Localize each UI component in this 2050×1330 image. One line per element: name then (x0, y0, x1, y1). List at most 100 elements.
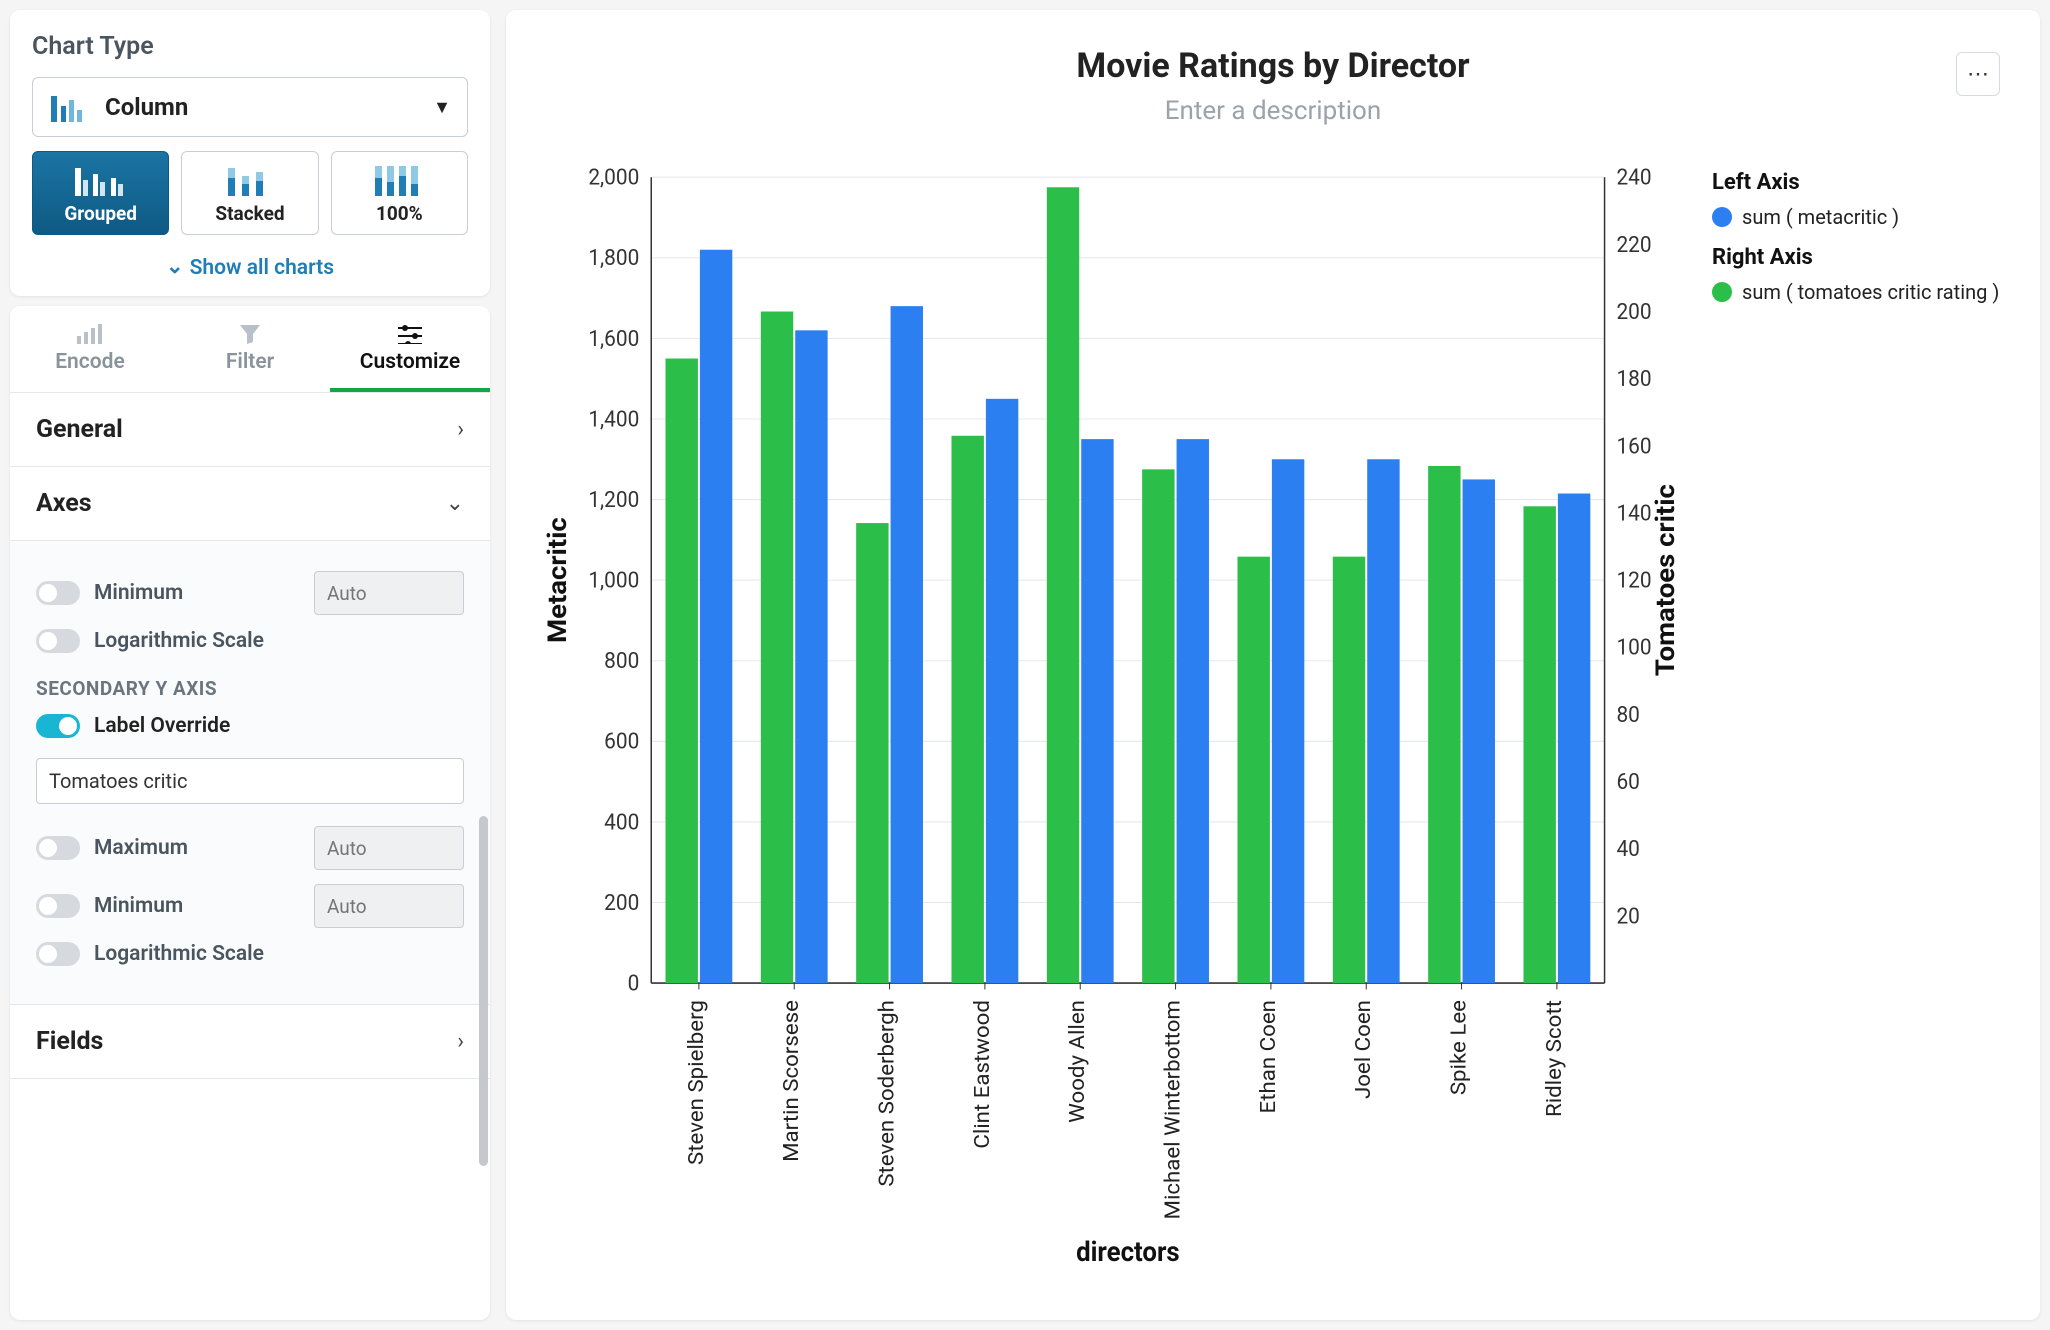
svg-text:160: 160 (1616, 434, 1651, 460)
svg-text:80: 80 (1616, 702, 1639, 728)
variant-grouped-button[interactable]: Grouped (32, 151, 169, 235)
svg-text:2,000: 2,000 (588, 165, 639, 191)
label-log-secondary: Logarithmic Scale (94, 942, 464, 966)
svg-text:1,400: 1,400 (588, 407, 639, 433)
input-minimum-secondary[interactable] (314, 884, 464, 928)
filter-icon (239, 324, 261, 344)
show-all-charts-link[interactable]: ⌄Show all charts (32, 249, 468, 282)
svg-text:Ridley Scott: Ridley Scott (1542, 1000, 1566, 1117)
toggle-log-secondary[interactable] (36, 942, 80, 966)
svg-text:60: 60 (1616, 769, 1639, 795)
scrollbar[interactable] (479, 816, 488, 1166)
svg-text:1,000: 1,000 (588, 568, 639, 594)
chart-title[interactable]: Movie Ratings by Director (542, 46, 2004, 86)
tab-encode[interactable]: Encode (10, 306, 170, 392)
variant-grouped-label: Grouped (64, 202, 137, 225)
input-maximum-secondary[interactable] (314, 826, 464, 870)
chart-description[interactable]: Enter a description (542, 96, 2004, 126)
chart-panel: ⋯ Movie Ratings by Director Enter a desc… (506, 10, 2040, 1320)
svg-text:1,600: 1,600 (588, 326, 639, 352)
section-fields-label: Fields (36, 1027, 103, 1056)
chart-variant-row: Grouped Stacked (32, 151, 468, 235)
variant-stacked-button[interactable]: Stacked (181, 151, 318, 235)
label-minimum-primary: Minimum (94, 581, 300, 605)
legend-dot-green (1712, 282, 1732, 302)
svg-text:Joel Coen: Joel Coen (1352, 1000, 1376, 1099)
tab-customize-label: Customize (360, 350, 460, 374)
chart-legend: Left Axis sum ( metacritic ) Right Axis … (1684, 156, 2004, 1280)
svg-text:Metacritic: Metacritic (542, 517, 573, 643)
chevron-right-icon: › (457, 417, 464, 442)
svg-text:240: 240 (1616, 165, 1651, 191)
chart-menu-button[interactable]: ⋯ (1956, 52, 2000, 96)
chart-svg: 0 200 400 600 800 1,000 1,200 1,400 1,600 1,800 2,… (542, 156, 1684, 1280)
svg-text:20: 20 (1616, 904, 1639, 930)
variant-stacked-label: Stacked (215, 202, 284, 225)
section-general[interactable]: General › (10, 393, 490, 467)
svg-text:Tomatoes critic: Tomatoes critic (1650, 484, 1681, 676)
legend-dot-blue (1712, 207, 1732, 227)
toggle-label-override[interactable] (36, 714, 80, 738)
variant-100pct-button[interactable]: 100% (331, 151, 468, 235)
svg-text:Martin Scorsese: Martin Scorsese (780, 1000, 804, 1162)
section-general-label: General (36, 415, 123, 444)
chart-type-heading: Chart Type (32, 32, 468, 61)
config-tabs: Encode Filter Customize (10, 306, 490, 393)
legend-left-item-label: sum ( metacritic ) (1742, 205, 1899, 229)
svg-text:1,200: 1,200 (588, 487, 639, 513)
show-all-label: Show all charts (190, 256, 334, 280)
tab-encode-label: Encode (55, 350, 125, 374)
svg-text:Steven Soderbergh: Steven Soderbergh (875, 1000, 899, 1187)
svg-text:Woody Allen: Woody Allen (1066, 1000, 1090, 1123)
svg-text:220: 220 (1616, 232, 1651, 258)
svg-text:0: 0 (628, 971, 640, 997)
legend-right-item-label: sum ( tomatoes critic rating ) (1742, 280, 1999, 304)
svg-text:140: 140 (1616, 501, 1651, 527)
toggle-minimum-secondary[interactable] (36, 894, 80, 918)
legend-right-item[interactable]: sum ( tomatoes critic rating ) (1712, 280, 2004, 304)
svg-text:200: 200 (604, 890, 639, 916)
svg-text:180: 180 (1616, 366, 1651, 392)
chart-type-dropdown[interactable]: Column ▼ (32, 77, 468, 137)
svg-text:120: 120 (1616, 568, 1651, 594)
svg-text:200: 200 (1616, 299, 1651, 325)
section-axes[interactable]: Axes ⌄ (10, 467, 490, 541)
tab-filter-label: Filter (226, 350, 274, 374)
config-panel: Encode Filter Customize General › Axes (10, 306, 490, 1320)
legend-right-title: Right Axis (1712, 245, 2004, 270)
chevron-down-icon: ⌄ (446, 491, 464, 516)
secondary-y-axis-heading: SECONDARY Y AXIS (36, 677, 464, 700)
svg-text:Michael Winterbottom: Michael Winterbottom (1161, 1000, 1185, 1219)
svg-text:Spike Lee: Spike Lee (1447, 1000, 1471, 1095)
variant-100pct-label: 100% (376, 202, 423, 225)
label-log-primary: Logarithmic Scale (94, 629, 464, 653)
toggle-log-primary[interactable] (36, 629, 80, 653)
label-minimum-secondary: Minimum (94, 894, 300, 918)
chart-plot: 0 200 400 600 800 1,000 1,200 1,400 1,600 1,800 2,… (542, 156, 1684, 1280)
legend-left-title: Left Axis (1712, 170, 2004, 195)
legend-left-item[interactable]: sum ( metacritic ) (1712, 205, 2004, 229)
grouped-bars-icon (71, 162, 131, 196)
input-minimum-primary[interactable] (314, 571, 464, 615)
stacked-bars-icon (220, 162, 280, 196)
section-fields[interactable]: Fields › (10, 1005, 490, 1079)
tab-filter[interactable]: Filter (170, 306, 330, 392)
svg-text:100: 100 (1616, 635, 1651, 661)
svg-text:800: 800 (604, 649, 639, 675)
svg-text:Steven Spielberg: Steven Spielberg (685, 1000, 709, 1165)
svg-text:40: 40 (1616, 837, 1639, 863)
label-maximum-secondary: Maximum (94, 836, 300, 860)
section-axes-body: Minimum Logarithmic Scale SECONDARY Y AX… (10, 541, 490, 1005)
svg-text:600: 600 (604, 729, 639, 755)
tab-customize[interactable]: Customize (330, 306, 490, 392)
svg-text:400: 400 (604, 810, 639, 836)
toggle-minimum-primary[interactable] (36, 581, 80, 605)
ellipsis-icon: ⋯ (1967, 62, 1989, 87)
chevron-right-icon: › (457, 1029, 464, 1054)
svg-text:directors: directors (1076, 1235, 1180, 1268)
input-label-override[interactable] (36, 758, 464, 804)
chevron-down-icon: ⌄ (166, 254, 184, 279)
toggle-maximum-secondary[interactable] (36, 836, 80, 860)
svg-text:1,800: 1,800 (588, 246, 639, 272)
sliders-icon (398, 324, 422, 344)
